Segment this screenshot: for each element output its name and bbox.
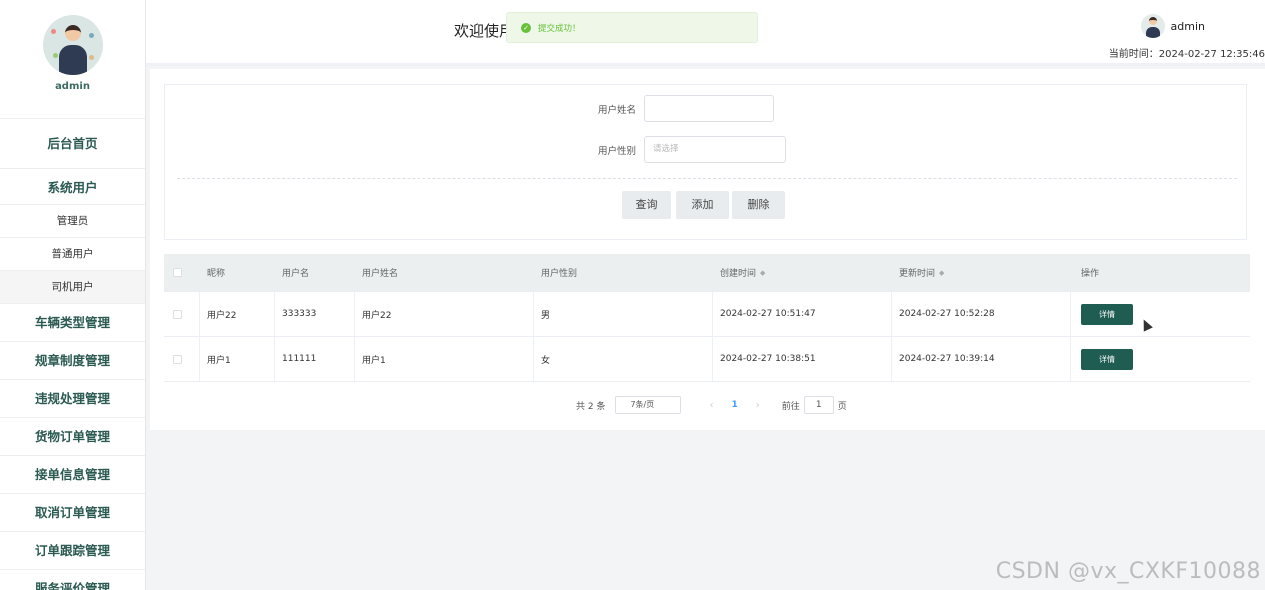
name-input[interactable] bbox=[644, 95, 775, 122]
user-avatar[interactable] bbox=[1140, 14, 1165, 38]
header: 欢迎使用 ✓ 提交成功！ admin 当前时间：2024-02-27 12:35… bbox=[146, 0, 1265, 66]
menu-service-review[interactable]: 服务评价管理 bbox=[0, 570, 145, 590]
menu-cancel-orders[interactable]: 取消订单管理 bbox=[0, 494, 145, 532]
sub-item-admin[interactable]: 管理员 bbox=[0, 205, 145, 238]
menu-order-tracking[interactable]: 订单跟踪管理 bbox=[0, 532, 145, 570]
sort-icon[interactable]: ◆ bbox=[939, 269, 944, 277]
sub-item-driver-user[interactable]: 司机用户 bbox=[0, 271, 145, 304]
welcome-title: 欢迎使用 bbox=[454, 22, 515, 40]
col-created-label: 创建时间 bbox=[720, 269, 757, 279]
detail-button[interactable]: 详情 bbox=[1081, 303, 1133, 325]
sub-item-normal-user[interactable]: 普通用户 bbox=[0, 238, 145, 271]
goto-input[interactable]: 1 bbox=[803, 396, 834, 414]
check-circle-icon: ✓ bbox=[521, 22, 531, 33]
gender-label: 用户性别 bbox=[598, 145, 637, 157]
name-field-row: 用户姓名 bbox=[598, 95, 775, 122]
cell-realname: 用户22 bbox=[355, 292, 534, 336]
profile: admin bbox=[0, 15, 145, 119]
profile-name: admin bbox=[55, 81, 90, 92]
col-created[interactable]: 创建时间 ◆ bbox=[713, 254, 892, 291]
page-unit: 页 bbox=[837, 401, 847, 412]
cell-updated: 2024-02-27 10:39:14 bbox=[892, 337, 1071, 381]
col-nickname: 昵称 bbox=[207, 269, 226, 279]
success-toast: ✓ 提交成功！ bbox=[506, 12, 758, 43]
cell-nickname: 用户22 bbox=[200, 292, 275, 336]
col-updated-label: 更新时间 bbox=[899, 269, 936, 279]
current-time: 当前时间：2024-02-27 12:35:46 bbox=[1108, 49, 1265, 60]
col-updated[interactable]: 更新时间 ◆ bbox=[892, 254, 1071, 291]
query-button[interactable]: 查询 bbox=[622, 191, 671, 219]
table-header: 昵称 用户名 用户姓名 用户性别 创建时间 ◆ 更新时间 ◆ 操作 bbox=[164, 254, 1250, 292]
cell-created: 2024-02-27 10:38:51 bbox=[713, 337, 892, 381]
col-username: 用户名 bbox=[282, 269, 310, 279]
table-row: 用户22 333333 用户22 男 2024-02-27 10:51:47 2… bbox=[164, 292, 1250, 337]
col-realname: 用户姓名 bbox=[362, 269, 399, 279]
header-username[interactable]: admin bbox=[1171, 20, 1205, 33]
goto-label: 前往 bbox=[781, 401, 800, 412]
detail-button[interactable]: 详情 bbox=[1081, 348, 1133, 370]
toast-message: 提交成功！ bbox=[538, 23, 581, 34]
chevron-right-icon[interactable]: › bbox=[756, 400, 760, 411]
select-all-checkbox[interactable] bbox=[173, 268, 182, 277]
chevron-left-icon[interactable]: ‹ bbox=[709, 400, 713, 411]
menu-violations[interactable]: 违规处理管理 bbox=[0, 380, 145, 418]
add-button[interactable]: 添加 bbox=[676, 191, 729, 219]
col-gender: 用户性别 bbox=[541, 269, 578, 279]
page-number[interactable]: 1 bbox=[731, 400, 737, 410]
cell-updated: 2024-02-27 10:52:28 bbox=[892, 292, 1071, 336]
cell-gender: 男 bbox=[534, 292, 713, 336]
gender-field-row: 用户性别 请选择 bbox=[598, 136, 787, 163]
total-count: 共 2 条 bbox=[576, 401, 606, 412]
row-checkbox[interactable] bbox=[173, 309, 182, 319]
divider bbox=[177, 178, 1237, 179]
name-label: 用户姓名 bbox=[598, 104, 637, 116]
cell-realname: 用户1 bbox=[355, 337, 534, 381]
sort-icon[interactable]: ◆ bbox=[760, 269, 765, 277]
user-table: 昵称 用户名 用户姓名 用户性别 创建时间 ◆ 更新时间 ◆ 操作 用户22 333… bbox=[164, 254, 1250, 382]
cell-username: 111111 bbox=[275, 337, 355, 381]
search-form: 用户姓名 用户性别 请选择 查询 添加 删除 bbox=[164, 84, 1247, 240]
page-size-select[interactable]: 7条/页 bbox=[615, 396, 682, 414]
menu-cargo-orders[interactable]: 货物订单管理 bbox=[0, 418, 145, 456]
sidebar: admin 后台首页 系统用户 管理员 普通用户 司机用户 车辆类型管理 规章制… bbox=[0, 0, 146, 590]
cell-username: 333333 bbox=[275, 292, 355, 336]
menu-system-users[interactable]: 系统用户 bbox=[0, 169, 145, 205]
menu-vehicle-type[interactable]: 车辆类型管理 bbox=[0, 304, 145, 342]
menu-order-accept[interactable]: 接单信息管理 bbox=[0, 456, 145, 494]
cell-nickname: 用户1 bbox=[200, 337, 275, 381]
row-checkbox[interactable] bbox=[173, 354, 182, 364]
gender-select[interactable]: 请选择 bbox=[644, 136, 787, 163]
avatar[interactable] bbox=[42, 15, 103, 75]
pagination: 共 2 条 7条/页 ‹ 1 › 前往 1 页 bbox=[576, 396, 847, 414]
watermark: CSDN @vx_CXKF10088 bbox=[995, 559, 1261, 584]
menu-home[interactable]: 后台首页 bbox=[0, 119, 145, 169]
main-panel: 用户姓名 用户性别 请选择 查询 添加 删除 昵称 用户名 用户姓名 用户性别 … bbox=[150, 69, 1265, 430]
delete-button[interactable]: 删除 bbox=[732, 191, 785, 219]
cell-created: 2024-02-27 10:51:47 bbox=[713, 292, 892, 336]
table-row: 用户1 111111 用户1 女 2024-02-27 10:38:51 202… bbox=[164, 337, 1250, 382]
col-action: 操作 bbox=[1081, 269, 1100, 279]
user-menu[interactable]: admin bbox=[1140, 14, 1205, 38]
cell-gender: 女 bbox=[534, 337, 713, 381]
menu-regulations[interactable]: 规章制度管理 bbox=[0, 342, 145, 380]
